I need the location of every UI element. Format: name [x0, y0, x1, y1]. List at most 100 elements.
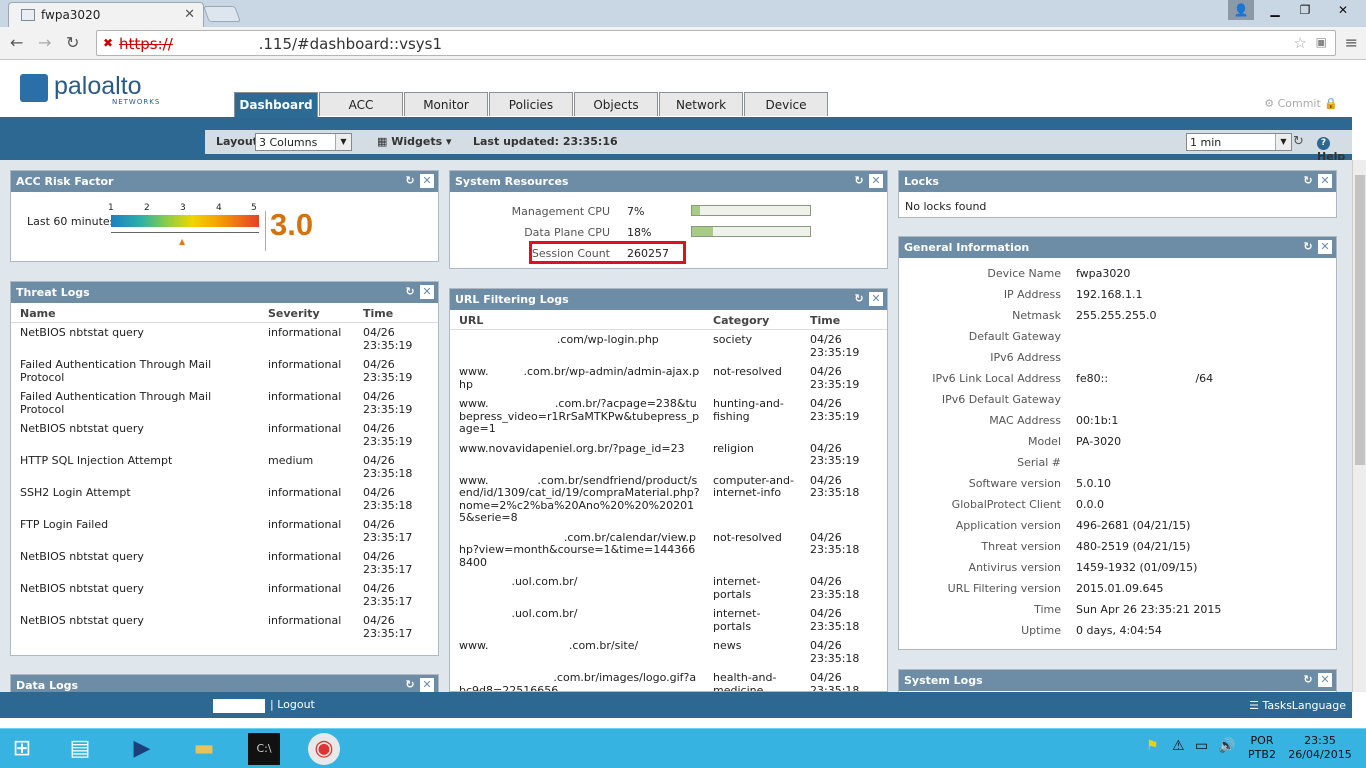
tab-objects[interactable]: Objects	[574, 92, 658, 116]
tasks-button[interactable]: ☰ Tasks	[1249, 699, 1292, 712]
table-row[interactable]: NetBIOS nbtstat query informational 04/2…	[11, 579, 438, 611]
column-header[interactable]: URL	[450, 310, 704, 330]
restore-button[interactable]: ❐	[1290, 0, 1320, 20]
logout-link[interactable]: | Logout	[270, 698, 315, 711]
back-icon[interactable]: ←	[10, 33, 23, 52]
table-row[interactable]: .uol.com.br/ internet-portals 04/26 23:35…	[450, 604, 887, 636]
refresh-icon[interactable]: ↻	[852, 292, 866, 306]
minimize-button[interactable]: ▁	[1260, 0, 1290, 20]
table-row[interactable]: .uol.com.br/ internet-portals 04/26 23:35…	[450, 572, 887, 604]
tab-monitor[interactable]: Monitor	[404, 92, 488, 116]
refresh-icon[interactable]: ↻	[403, 678, 417, 692]
column-header[interactable]: Name	[11, 303, 259, 323]
commit-button[interactable]: ⚙ Commit 🔒	[1264, 97, 1338, 110]
close-icon[interactable]: ✕	[869, 174, 883, 188]
widgets-menu[interactable]: ▦ Widgets ▾	[377, 135, 452, 148]
url-value: www. .com.br/sendfriend/product/send/id/…	[459, 473, 700, 524]
user-profile-icon[interactable]: 👤	[1228, 0, 1254, 20]
table-row[interactable]: SSH2 Login Attempt informational 04/26 23…	[11, 483, 438, 515]
reload-icon[interactable]: ↻	[66, 33, 79, 52]
security-icon[interactable]: ⚠	[1172, 739, 1185, 753]
info-key: Antivirus version	[968, 561, 1061, 574]
info-value: fwpa3020	[1076, 267, 1131, 280]
refresh-icon[interactable]: ↻	[1293, 134, 1304, 149]
chrome-icon[interactable]: ◉	[308, 733, 340, 765]
table-row[interactable]: www. .com.br/site/ news 04/26 23:35:18	[450, 636, 887, 668]
window-close-button[interactable]: ✕	[1320, 0, 1366, 20]
tab-network[interactable]: Network	[659, 92, 743, 116]
close-tab-icon[interactable]: ✕	[184, 7, 195, 22]
refresh-icon[interactable]: ↻	[1301, 240, 1315, 254]
server-manager-icon[interactable]: ▤	[64, 733, 96, 765]
table-row[interactable]: www. .com.br/sendfriend/product/send/id/…	[450, 471, 887, 528]
tab-acc[interactable]: ACC	[319, 92, 403, 116]
close-icon[interactable]: ✕	[869, 292, 883, 306]
column-header[interactable]: Category	[704, 310, 801, 330]
address-bar[interactable]: ✖ https:// .115/#dashboard::vsys1 ☆ ▣	[96, 30, 1336, 56]
table-row[interactable]: www. .com.br/?acpage=238&tubepress_video…	[450, 394, 887, 439]
table-row[interactable]: Failed Authentication Through Mail Proto…	[11, 355, 438, 387]
table-row[interactable]: Failed Authentication Through Mail Proto…	[11, 387, 438, 419]
extension-icon[interactable]: ▣	[1316, 35, 1327, 49]
session-count-highlight	[529, 241, 686, 264]
network-icon[interactable]: ▭	[1195, 739, 1208, 753]
clock[interactable]: 23:35 26/04/2015	[1282, 734, 1358, 762]
input-language[interactable]: POR PTB2	[1244, 734, 1280, 762]
table-row[interactable]: NetBIOS nbtstat query informational 04/2…	[11, 323, 438, 356]
table-row[interactable]: .com/wp-login.php society 04/26 23:35:19	[450, 330, 887, 363]
close-icon[interactable]: ✕	[1318, 673, 1332, 687]
table-row[interactable]: NetBIOS nbtstat query informational 04/2…	[11, 611, 438, 643]
windows-start-icon[interactable]: ⊞	[6, 733, 38, 765]
table-row[interactable]: NetBIOS nbtstat query informational 04/2…	[11, 547, 438, 579]
help-button[interactable]: ? Help	[1317, 135, 1352, 163]
browser-tab[interactable]: fwpa3020 ✕	[8, 2, 204, 27]
url-time: 23:35:19	[810, 409, 860, 423]
file-explorer-icon[interactable]: ▬	[188, 733, 220, 765]
threat-severity: informational	[268, 518, 342, 531]
column-header[interactable]: Severity	[259, 303, 354, 323]
layout-select[interactable]: 3 Columns ▼	[255, 133, 352, 151]
refresh-icon[interactable]: ↻	[852, 174, 866, 188]
chrome-menu-icon[interactable]: ≡	[1345, 33, 1358, 52]
scrollbar-thumb[interactable]	[1355, 175, 1365, 465]
table-row[interactable]: www. .com.br/wp-admin/admin-ajax.php not…	[450, 362, 887, 394]
language-button[interactable]: Language	[1292, 699, 1346, 712]
column-header[interactable]: Time	[354, 303, 438, 323]
table-row[interactable]: .com.br/calendar/view.php?view=month&cou…	[450, 528, 887, 573]
url-value: www.novavidapeniel.org.br/?page_id=23	[459, 441, 685, 455]
bookmark-star-icon[interactable]: ☆	[1294, 34, 1307, 52]
table-row[interactable]: NetBIOS nbtstat query informational 04/2…	[11, 419, 438, 451]
url-logs-table: URL Category Time .com/wp-login.php soci…	[450, 310, 887, 691]
close-icon[interactable]: ✕	[1318, 240, 1332, 254]
forward-icon[interactable]: →	[38, 33, 51, 52]
refresh-interval-select[interactable]: 1 min ▼	[1186, 133, 1292, 151]
powershell-icon[interactable]: ▶	[126, 733, 158, 765]
insecure-lock-icon[interactable]: ✖	[103, 36, 113, 50]
refresh-icon[interactable]: ↻	[403, 285, 417, 299]
close-icon[interactable]: ✕	[420, 174, 434, 188]
volume-icon[interactable]: 🔊	[1218, 739, 1235, 753]
table-row[interactable]: HTTP SQL Injection Attempt medium 04/26 2…	[11, 451, 438, 483]
command-prompt-icon[interactable]: C:\	[248, 733, 280, 765]
table-row[interactable]: www.novavidapeniel.org.br/?page_id=23 re…	[450, 439, 887, 471]
tab-policies[interactable]: Policies	[489, 92, 573, 116]
table-row[interactable]: .com.br/images/logo.gif?abc9d8=22516656 …	[450, 668, 887, 691]
close-icon[interactable]: ✕	[420, 285, 434, 299]
widget-header: ACC Risk Factor ↻ ✕	[11, 171, 438, 192]
info-value: PA-3020	[1076, 435, 1122, 448]
new-tab-button[interactable]	[203, 6, 241, 22]
risk-marker-icon: ▲	[179, 237, 186, 246]
page-scrollbar[interactable]	[1352, 160, 1366, 692]
close-icon[interactable]: ✕	[420, 678, 434, 692]
warning-flag-icon[interactable]: ⚑	[1146, 739, 1159, 753]
dp-cpu-bar	[691, 226, 811, 237]
table-row[interactable]: FTP Login Failed informational 04/26 23:3…	[11, 515, 438, 547]
column-header[interactable]: Time	[801, 310, 887, 330]
tab-dashboard[interactable]: Dashboard	[234, 92, 318, 117]
close-icon[interactable]: ✕	[1318, 174, 1332, 188]
browser-toolbar: ← → ↻ ✖ https:// .115/#dashboard::vsys1 …	[0, 27, 1366, 60]
refresh-icon[interactable]: ↻	[403, 174, 417, 188]
refresh-icon[interactable]: ↻	[1301, 174, 1315, 188]
tab-device[interactable]: Device	[744, 92, 828, 116]
refresh-icon[interactable]: ↻	[1301, 673, 1315, 687]
